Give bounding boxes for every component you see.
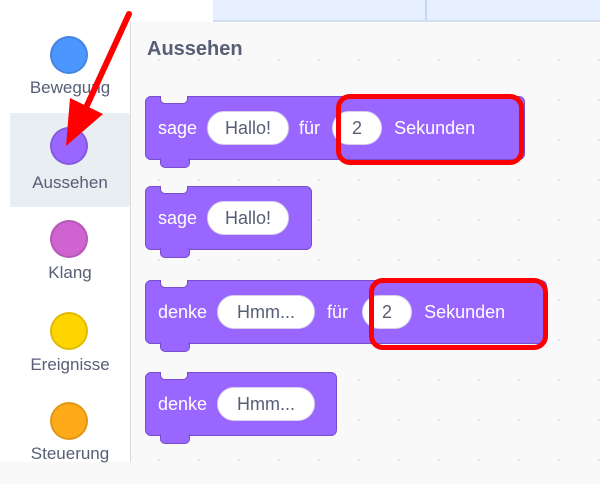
annotation-arrow-icon bbox=[66, 11, 132, 146]
